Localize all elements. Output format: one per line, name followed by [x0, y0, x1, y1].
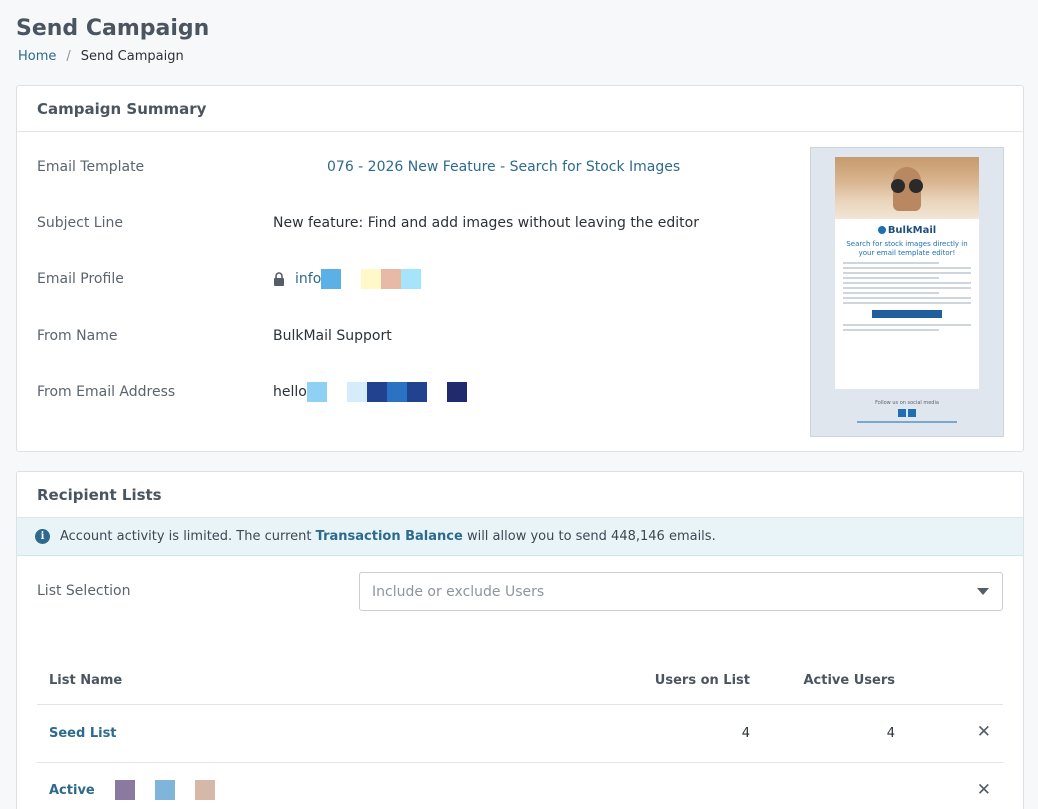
lock-icon [274, 272, 284, 286]
recipient-lists-header: Recipient Lists [17, 472, 1023, 518]
list-name-link[interactable]: Seed List [49, 726, 117, 741]
redacted-block [306, 382, 467, 402]
alert-text: Account activity is limited. The current… [60, 529, 716, 544]
email-template-label: Email Template [37, 159, 145, 175]
breadcrumb-current: Send Campaign [80, 49, 184, 64]
subject-line-label: Subject Line [37, 215, 123, 231]
facebook-icon [898, 409, 906, 417]
caret-down-icon [977, 588, 989, 595]
redaction-swatch [426, 382, 447, 402]
preview-footer: Follow us on social media [811, 400, 1003, 423]
redaction-swatch [321, 269, 342, 289]
redaction-swatch [326, 382, 347, 402]
email-template-preview[interactable]: BulkMail Search for stock images directl… [810, 147, 1004, 437]
table-row: Active ✕ [37, 763, 1003, 809]
redaction-swatch [346, 382, 367, 402]
recipient-lists-table: List Name Users on List Active Users See… [37, 652, 1003, 809]
preview-social-icons [898, 409, 916, 417]
preview-cta-button [872, 310, 942, 318]
redaction-swatch [366, 382, 387, 402]
table-row: Seed List 4 4 ✕ [37, 705, 1003, 763]
preview-hero-image [835, 157, 979, 219]
redaction-swatch [406, 382, 427, 402]
redaction-swatch [361, 269, 382, 289]
info-icon: i [35, 529, 50, 544]
campaign-summary-header: Campaign Summary [17, 86, 1023, 132]
linkedin-icon [908, 409, 916, 417]
redaction-swatch [446, 382, 467, 402]
column-list-name[interactable]: List Name [49, 673, 122, 688]
redaction-swatch [154, 780, 175, 800]
transaction-balance-alert: i Account activity is limited. The curre… [17, 518, 1023, 556]
redacted-block [114, 780, 215, 800]
from-email-label: From Email Address [37, 384, 176, 400]
redaction-swatch [386, 382, 407, 402]
from-email-text: hello [273, 384, 307, 400]
email-profile-label: Email Profile [37, 271, 124, 287]
list-selection-placeholder: Include or exclude Users [372, 583, 545, 600]
subject-line-value: New feature: Find and add images without… [273, 215, 699, 231]
redaction-swatch [341, 269, 362, 289]
table-header: List Name Users on List Active Users [37, 652, 1003, 705]
breadcrumb: Home / Send Campaign [18, 49, 184, 64]
preview-logo: BulkMail [835, 225, 979, 236]
close-icon[interactable]: ✕ [977, 781, 991, 799]
users-on-list-value: 4 [741, 726, 750, 741]
list-selection-label: List Selection [37, 583, 131, 599]
redaction-swatch [114, 780, 135, 800]
email-profile-value: info [273, 269, 422, 289]
email-template-link[interactable]: 076 - 2026 New Feature - Search for Stoc… [327, 159, 680, 175]
column-users-on-list[interactable]: Users on List [655, 673, 750, 688]
redaction-swatch [381, 269, 402, 289]
breadcrumb-separator: / [66, 49, 71, 64]
preview-footer-text: Follow us on social media [875, 400, 939, 406]
redacted-block [321, 269, 422, 289]
preview-email-body: BulkMail Search for stock images directl… [835, 157, 979, 389]
from-name-value: BulkMail Support [273, 328, 392, 344]
list-selection-dropdown[interactable]: Include or exclude Users [359, 572, 1003, 611]
redaction-swatch [306, 382, 327, 402]
from-email-value: hello [273, 382, 467, 402]
close-icon[interactable]: ✕ [977, 723, 991, 741]
redaction-swatch [401, 269, 422, 289]
campaign-summary-card: Campaign Summary Email Template 076 - 20… [16, 85, 1024, 452]
from-name-label: From Name [37, 328, 118, 344]
page-title: Send Campaign [16, 16, 210, 41]
preview-headline: Search for stock images directly in your… [846, 240, 968, 257]
active-users-value: 4 [886, 726, 895, 741]
breadcrumb-home-link[interactable]: Home [18, 49, 56, 64]
preview-footer-links [857, 421, 957, 423]
column-active-users[interactable]: Active Users [803, 673, 895, 688]
email-profile-link[interactable]: info [295, 271, 321, 287]
redaction-swatch [194, 780, 215, 800]
bulkmail-logo-icon [877, 226, 886, 234]
recipient-lists-card: Recipient Lists i Account activity is li… [16, 471, 1024, 809]
list-name-link[interactable]: Active [49, 780, 215, 800]
